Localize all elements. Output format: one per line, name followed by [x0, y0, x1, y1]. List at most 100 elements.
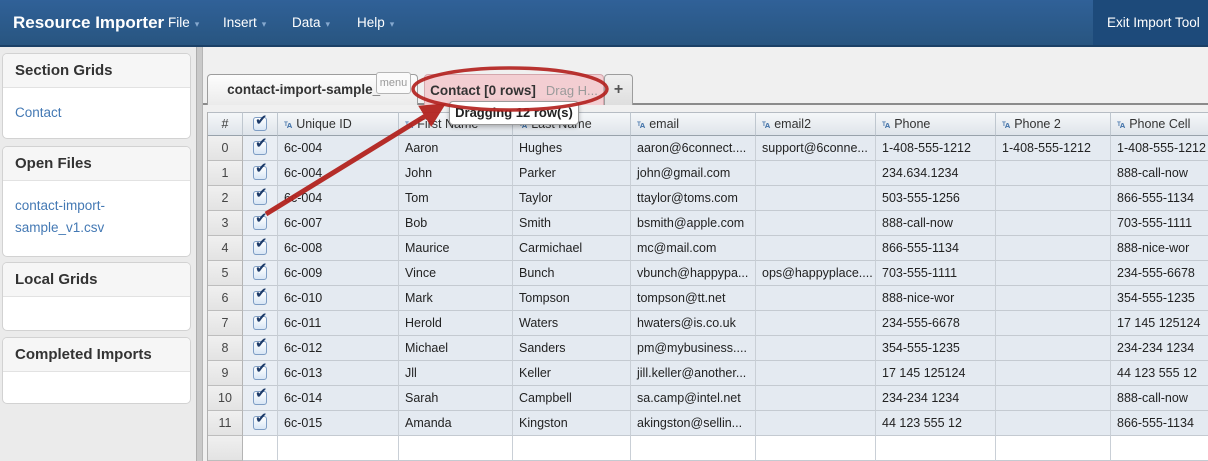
grid-cell[interactable]: Smith	[513, 211, 631, 236]
row-checkbox[interactable]	[253, 216, 267, 230]
menu-insert[interactable]: Insert▾	[223, 0, 266, 45]
grid-cell[interactable]	[756, 361, 876, 386]
grid-cell[interactable]: 234.634.1234	[876, 161, 996, 186]
grid-cell[interactable]	[756, 286, 876, 311]
add-tab-button[interactable]: +	[604, 74, 633, 105]
row-checkbox-cell[interactable]	[243, 136, 278, 161]
grid-cell[interactable]: Aaron	[399, 136, 513, 161]
grid-cell[interactable]	[996, 261, 1111, 286]
row-checkbox-cell[interactable]	[243, 261, 278, 286]
grid-cell[interactable]	[996, 386, 1111, 411]
row-checkbox-cell[interactable]	[243, 361, 278, 386]
grid-cell[interactable]: 234-234 1234	[876, 386, 996, 411]
grid-cell[interactable]	[756, 211, 876, 236]
grid-cell[interactable]: 44 123 555 12	[876, 411, 996, 436]
row-checkbox[interactable]	[253, 266, 267, 280]
grid-cell[interactable]: John	[399, 161, 513, 186]
grid-cell[interactable]: Waters	[513, 311, 631, 336]
row-checkbox[interactable]	[253, 166, 267, 180]
column-header-email2[interactable]: ᵀᴀemail2	[756, 112, 876, 136]
grid-cell[interactable]: Vince	[399, 261, 513, 286]
grid-cell[interactable]: 234-555-6678	[876, 311, 996, 336]
grid-cell[interactable]: Sarah	[399, 386, 513, 411]
row-checkbox[interactable]	[253, 291, 267, 305]
grid-cell[interactable]: akingston@sellin...	[631, 411, 756, 436]
grid-cell[interactable]	[996, 361, 1111, 386]
grid-cell[interactable]: 1-408-555-1212	[996, 136, 1111, 161]
grid-cell[interactable]: Taylor	[513, 186, 631, 211]
menu-file[interactable]: File▾	[168, 0, 199, 45]
grid-cell[interactable]: 6c-004	[278, 186, 399, 211]
select-all-checkbox[interactable]	[253, 117, 267, 131]
row-checkbox-cell[interactable]	[243, 236, 278, 261]
grid-cell[interactable]: pm@mybusiness....	[631, 336, 756, 361]
row-checkbox[interactable]	[253, 241, 267, 255]
sidebar-item-contact[interactable]: Contact	[15, 105, 62, 120]
grid-cell[interactable]	[996, 336, 1111, 361]
row-checkbox-cell[interactable]	[243, 386, 278, 411]
grid-cell[interactable]	[756, 436, 876, 461]
column-header-email[interactable]: ᵀᴀemail	[631, 112, 756, 136]
grid-cell[interactable]: Jll	[399, 361, 513, 386]
menu-help[interactable]: Help▾	[357, 0, 394, 45]
row-checkbox[interactable]	[253, 316, 267, 330]
grid-cell[interactable]	[996, 211, 1111, 236]
grid-cell[interactable]	[756, 336, 876, 361]
grid-cell[interactable]: Tompson	[513, 286, 631, 311]
grid-cell[interactable]: 6c-008	[278, 236, 399, 261]
grid-cell[interactable]: 866-555-1134	[1111, 186, 1208, 211]
row-checkbox[interactable]	[253, 341, 267, 355]
grid-cell[interactable]: Carmichael	[513, 236, 631, 261]
grid-cell[interactable]: 888-nice-wor	[876, 286, 996, 311]
column-header-phone-cell[interactable]: ᵀᴀPhone Cell	[1111, 112, 1208, 136]
grid-cell[interactable]: 6c-010	[278, 286, 399, 311]
grid-cell[interactable]: 888-nice-wor	[1111, 236, 1208, 261]
row-checkbox-cell[interactable]	[243, 186, 278, 211]
grid-cell[interactable]: 888-call-now	[876, 211, 996, 236]
row-checkbox-cell[interactable]	[243, 311, 278, 336]
grid-cell[interactable]	[631, 436, 756, 461]
grid-cell[interactable]	[756, 386, 876, 411]
row-checkbox[interactable]	[253, 416, 267, 430]
grid-cell[interactable]: Campbell	[513, 386, 631, 411]
grid-cell[interactable]: 6c-011	[278, 311, 399, 336]
grid-cell[interactable]: 1-408-555-1212	[1111, 136, 1208, 161]
grid-cell[interactable]	[996, 186, 1111, 211]
grid-cell[interactable]: Amanda	[399, 411, 513, 436]
column-header-unique-id[interactable]: ᵀᴀUnique ID	[278, 112, 399, 136]
grid-cell[interactable]	[996, 436, 1111, 461]
grid-cell[interactable]: 6c-007	[278, 211, 399, 236]
grid-cell[interactable]: 17 145 125124	[876, 361, 996, 386]
sidebar-item-open-file-csv[interactable]: contact-import-sample_v1.csv	[15, 198, 105, 235]
grid-cell[interactable]: Tom	[399, 186, 513, 211]
row-checkbox[interactable]	[253, 391, 267, 405]
grid-cell[interactable]	[996, 236, 1111, 261]
grid-cell[interactable]: 354-555-1235	[876, 336, 996, 361]
grid-cell[interactable]: 17 145 125124	[1111, 311, 1208, 336]
grid-cell[interactable]	[756, 186, 876, 211]
column-header-phone[interactable]: ᵀᴀPhone	[876, 112, 996, 136]
grid-cell[interactable]: 6c-013	[278, 361, 399, 386]
grid-cell[interactable]: Maurice	[399, 236, 513, 261]
grid-cell[interactable]: Mark	[399, 286, 513, 311]
column-header-phone-2[interactable]: ᵀᴀPhone 2	[996, 112, 1111, 136]
grid-cell[interactable]	[996, 161, 1111, 186]
row-checkbox-cell[interactable]	[243, 211, 278, 236]
grid-cell[interactable]: 1-408-555-1212	[876, 136, 996, 161]
grid-cell[interactable]: 866-555-1134	[1111, 411, 1208, 436]
grid-cell[interactable]	[756, 311, 876, 336]
grid-cell[interactable]: sa.camp@intel.net	[631, 386, 756, 411]
grid-cell[interactable]	[756, 236, 876, 261]
row-checkbox[interactable]	[253, 141, 267, 155]
grid-cell[interactable]	[756, 161, 876, 186]
grid-cell[interactable]: vbunch@happypa...	[631, 261, 756, 286]
grid-cell[interactable]: mc@mail.com	[631, 236, 756, 261]
grid-cell[interactable]: support@6conne...	[756, 136, 876, 161]
grid-cell[interactable]	[996, 286, 1111, 311]
row-checkbox-cell[interactable]	[243, 411, 278, 436]
grid-cell[interactable]: 234-555-6678	[1111, 261, 1208, 286]
row-checkbox-cell[interactable]	[243, 336, 278, 361]
grid-cell[interactable]: Hughes	[513, 136, 631, 161]
grid-cell[interactable]: Bunch	[513, 261, 631, 286]
grid-cell[interactable]	[1111, 436, 1208, 461]
